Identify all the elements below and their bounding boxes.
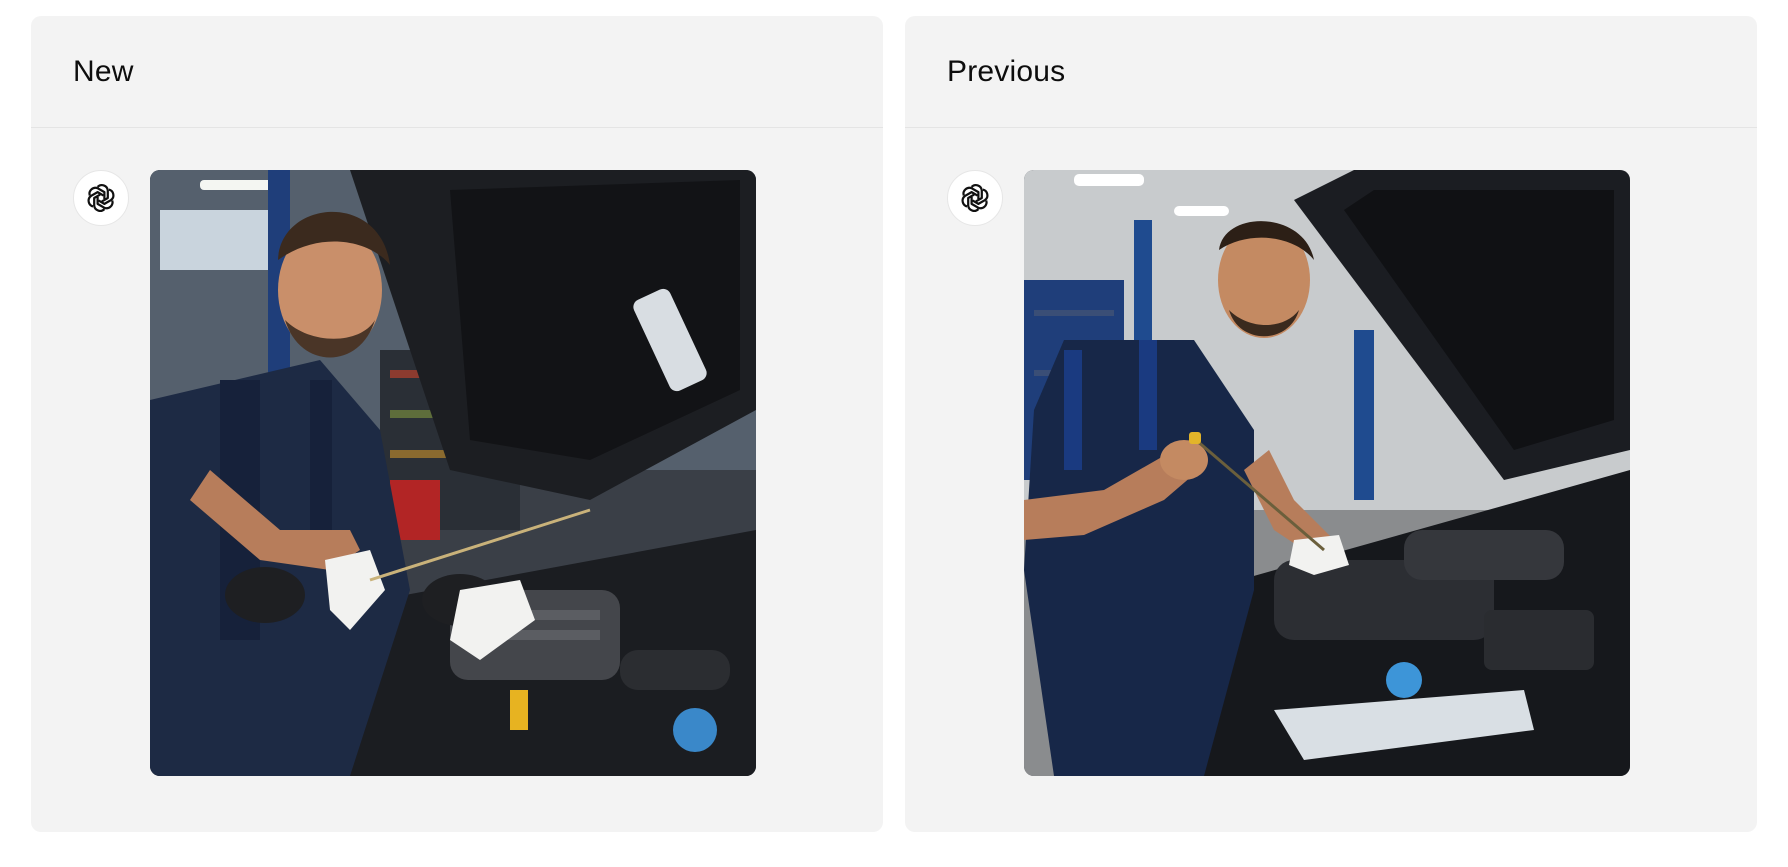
panel-title: Previous — [947, 54, 1066, 88]
panel-previous: Previous — [905, 16, 1757, 832]
generated-image[interactable] — [1024, 170, 1630, 776]
comparison-container: New Previous — [31, 16, 1757, 832]
panel-new: New — [31, 16, 883, 832]
panel-header: Previous — [905, 16, 1757, 128]
generated-image[interactable] — [150, 170, 756, 776]
panel-title: New — [73, 54, 134, 88]
mechanic-checking-oil-image — [1024, 170, 1630, 776]
openai-logo-icon — [961, 184, 989, 212]
panel-header: New — [31, 16, 883, 128]
assistant-avatar — [73, 170, 129, 226]
assistant-avatar — [947, 170, 1003, 226]
mechanic-checking-oil-image — [150, 170, 756, 776]
openai-logo-icon — [87, 184, 115, 212]
panel-body — [31, 128, 883, 832]
panel-body — [905, 128, 1757, 832]
